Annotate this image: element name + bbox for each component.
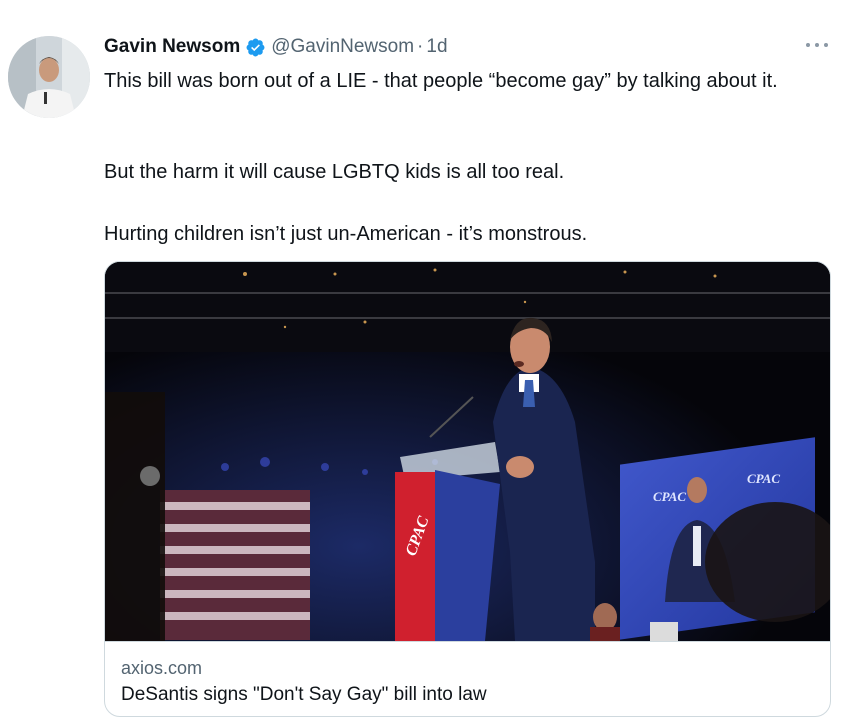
tweet: Gavin Newsom @GavinNewsom · 1d This bill… <box>0 0 845 720</box>
link-card-title: DeSantis signs "Don't Say Gay" bill into… <box>121 684 487 705</box>
author-display-name[interactable]: Gavin Newsom <box>104 36 240 58</box>
tweet-header: Gavin Newsom @GavinNewsom · 1d <box>104 34 448 60</box>
tweet-paragraph: But the harm it will cause LGBTQ kids is… <box>104 161 565 183</box>
more-dot <box>815 43 819 47</box>
avatar[interactable] <box>8 36 90 118</box>
link-card-domain: axios.com <box>121 658 203 678</box>
link-card-footer[interactable]: axios.com DeSantis signs "Don't Say Gay"… <box>105 641 830 716</box>
separator-dot: · <box>417 36 424 57</box>
more-options-icon[interactable] <box>806 38 828 52</box>
stage-photo: CPAC CPAC CPAC <box>105 262 830 641</box>
more-dot <box>824 43 828 47</box>
screen-logo-text: CPAC <box>747 471 780 486</box>
author-handle[interactable]: @GavinNewsom <box>271 36 414 58</box>
verified-badge-icon <box>245 37 266 58</box>
podium: CPAC <box>395 442 500 641</box>
american-flag <box>160 490 310 640</box>
tweet-paragraph: Hurting children isn’t just un-American … <box>104 223 588 245</box>
tweet-timestamp[interactable]: 1d <box>426 36 447 58</box>
avatar-photo <box>8 36 90 118</box>
link-card-image[interactable]: CPAC CPAC CPAC <box>105 262 830 641</box>
more-dot <box>806 43 810 47</box>
tweet-paragraph: This bill was born out of a LIE - that p… <box>104 70 778 92</box>
screen-logo-text: CPAC <box>653 489 686 504</box>
link-card[interactable]: CPAC CPAC CPAC axios.com DeSantis signs … <box>104 261 831 717</box>
